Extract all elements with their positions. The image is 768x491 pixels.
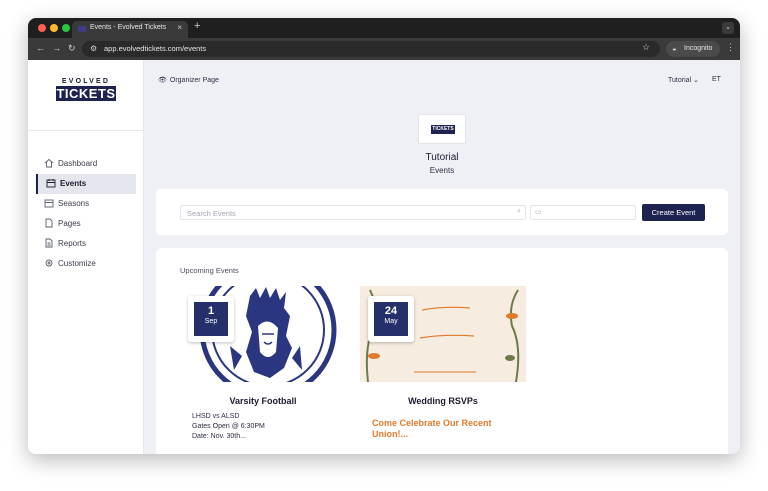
browser-menu-icon[interactable]: ⋮	[726, 42, 735, 53]
org-switcher[interactable]: Tutorial ⌄	[668, 76, 699, 84]
document-icon	[45, 218, 53, 228]
event-desc-line: Gates Open @ 6:30PM	[192, 423, 265, 430]
tab-close-icon[interactable]: ×	[177, 23, 182, 32]
event-month: Sep	[204, 318, 218, 325]
bookmark-star-icon[interactable]: ☆	[642, 42, 650, 53]
page-subtitle: Events	[429, 166, 455, 175]
home-icon	[44, 158, 54, 168]
brand-logo[interactable]: EVOLVED TICKETS	[56, 78, 116, 108]
new-tab-icon[interactable]: +	[194, 20, 200, 32]
sidebar-item-label: Customize	[58, 259, 96, 268]
sidebar-item-label: Events	[60, 179, 87, 188]
search-input[interactable]: Search Events ⌕	[180, 205, 526, 220]
address-toolbar: ← → ↻ ⚙ app.evolvedtickets.com/events ☆ …	[28, 38, 740, 60]
browser-tab[interactable]: Events - Evolved Tickets ×	[72, 21, 188, 38]
site-info-icon[interactable]: ⚙	[90, 44, 97, 53]
url-bar[interactable]: ⚙ app.evolvedtickets.com/events	[82, 41, 660, 57]
section-title: Upcoming Events	[180, 266, 239, 275]
eye-icon: 👁	[158, 77, 167, 84]
tab-search-chevron-icon[interactable]: ⌄	[722, 22, 734, 34]
sidebar-item-label: Dashboard	[58, 159, 98, 168]
sidebar-item-pages[interactable]: Pages	[36, 214, 136, 234]
page-title: Tutorial	[425, 152, 459, 163]
event-description: LHSD vs ALSD Gates Open @ 6:30PM Date: N…	[192, 412, 342, 442]
date-badge: 1 Sep	[188, 296, 234, 342]
forward-icon[interactable]: →	[52, 43, 61, 53]
gear-icon	[45, 259, 53, 267]
sidebar-item-label: Pages	[58, 219, 81, 228]
event-image[interactable]: 24 May	[360, 286, 526, 382]
sidebar-item-seasons[interactable]: Seasons	[36, 194, 136, 214]
back-icon[interactable]: ←	[36, 43, 45, 53]
incognito-icon: ◒	[672, 44, 677, 53]
event-card-varsity-football[interactable]: 1 Sep Varsity Football LHSD vs ALSD Gate…	[180, 286, 346, 454]
event-desc-line: Date: Nov. 30th...	[192, 433, 246, 440]
event-desc-line: LHSD vs ALSD	[192, 413, 240, 420]
calendar-icon: ▭	[535, 209, 542, 216]
url-text[interactable]: app.evolvedtickets.com/events	[104, 44, 206, 53]
search-icon[interactable]: ⌕	[517, 208, 521, 216]
sidebar-divider	[28, 130, 144, 131]
sidebar-item-customize[interactable]: Customize	[36, 254, 136, 274]
maximize-window-icon[interactable]	[62, 24, 70, 32]
calendar-icon	[44, 199, 54, 208]
date-filter-input[interactable]: ▭	[530, 205, 636, 220]
favicon-icon	[78, 26, 86, 32]
incognito-label: Incognito	[684, 45, 713, 52]
minimize-window-icon[interactable]	[50, 24, 58, 32]
report-icon	[45, 238, 53, 248]
search-placeholder: Search Events	[187, 209, 236, 218]
sidebar-item-dashboard[interactable]: Dashboard	[36, 154, 136, 174]
search-card: Search Events ⌕ ▭ Create Event	[156, 189, 728, 235]
page-viewport: EVOLVED TICKETS Dashboard Events Seasons…	[28, 60, 740, 454]
event-day: 1	[207, 305, 215, 317]
sidebar-item-label: Seasons	[58, 199, 90, 208]
tab-title: Events - Evolved Tickets	[90, 24, 167, 31]
org-logo: TICKETS	[418, 114, 466, 144]
avatar[interactable]: ET	[712, 76, 721, 83]
date-badge-inner: 1 Sep	[194, 302, 228, 336]
sidebar-item-reports[interactable]: Reports	[36, 234, 136, 254]
browser-window: Events - Evolved Tickets × + ⌄ ← → ↻ ⚙ a…	[28, 18, 740, 454]
chevron-down-icon: ⌄	[691, 77, 699, 84]
event-card-wedding-rsvps[interactable]: 24 May Wedding RSVPs Come Celebrate Our …	[360, 286, 526, 454]
event-description: Come Celebrate Our Recent Union!...	[372, 418, 492, 439]
org-logo-text: TICKETS	[431, 125, 455, 134]
event-title[interactable]: Wedding RSVPs	[360, 396, 526, 406]
sidebar-item-label: Reports	[58, 239, 87, 248]
event-title[interactable]: Varsity Football	[180, 396, 346, 406]
calendar-icon	[46, 179, 56, 188]
org-switcher-label: Tutorial	[668, 77, 692, 84]
sidebar: EVOLVED TICKETS Dashboard Events Seasons…	[28, 60, 144, 454]
incognito-badge[interactable]: ◒ Incognito	[666, 41, 720, 57]
reload-icon[interactable]: ↻	[68, 43, 76, 54]
upcoming-events-card: Upcoming Events 1 Sep Varsity Football L…	[156, 248, 728, 454]
date-badge-inner: 24 May	[374, 302, 408, 336]
organizer-page-label: Organizer Page	[169, 77, 219, 84]
event-day: 24	[384, 305, 398, 317]
date-badge: 24 May	[368, 296, 414, 342]
tab-bar: Events - Evolved Tickets × + ⌄	[28, 18, 740, 38]
logo-top-text: EVOLVED	[61, 78, 111, 85]
event-image[interactable]: 1 Sep	[180, 286, 346, 382]
event-month: May	[384, 318, 398, 325]
logo-main-text: TICKETS	[56, 86, 116, 101]
create-event-button[interactable]: Create Event	[642, 204, 705, 221]
organizer-page-link[interactable]: 👁 Organizer Page	[158, 76, 219, 84]
close-window-icon[interactable]	[38, 24, 46, 32]
sidebar-item-events[interactable]: Events	[36, 174, 136, 194]
